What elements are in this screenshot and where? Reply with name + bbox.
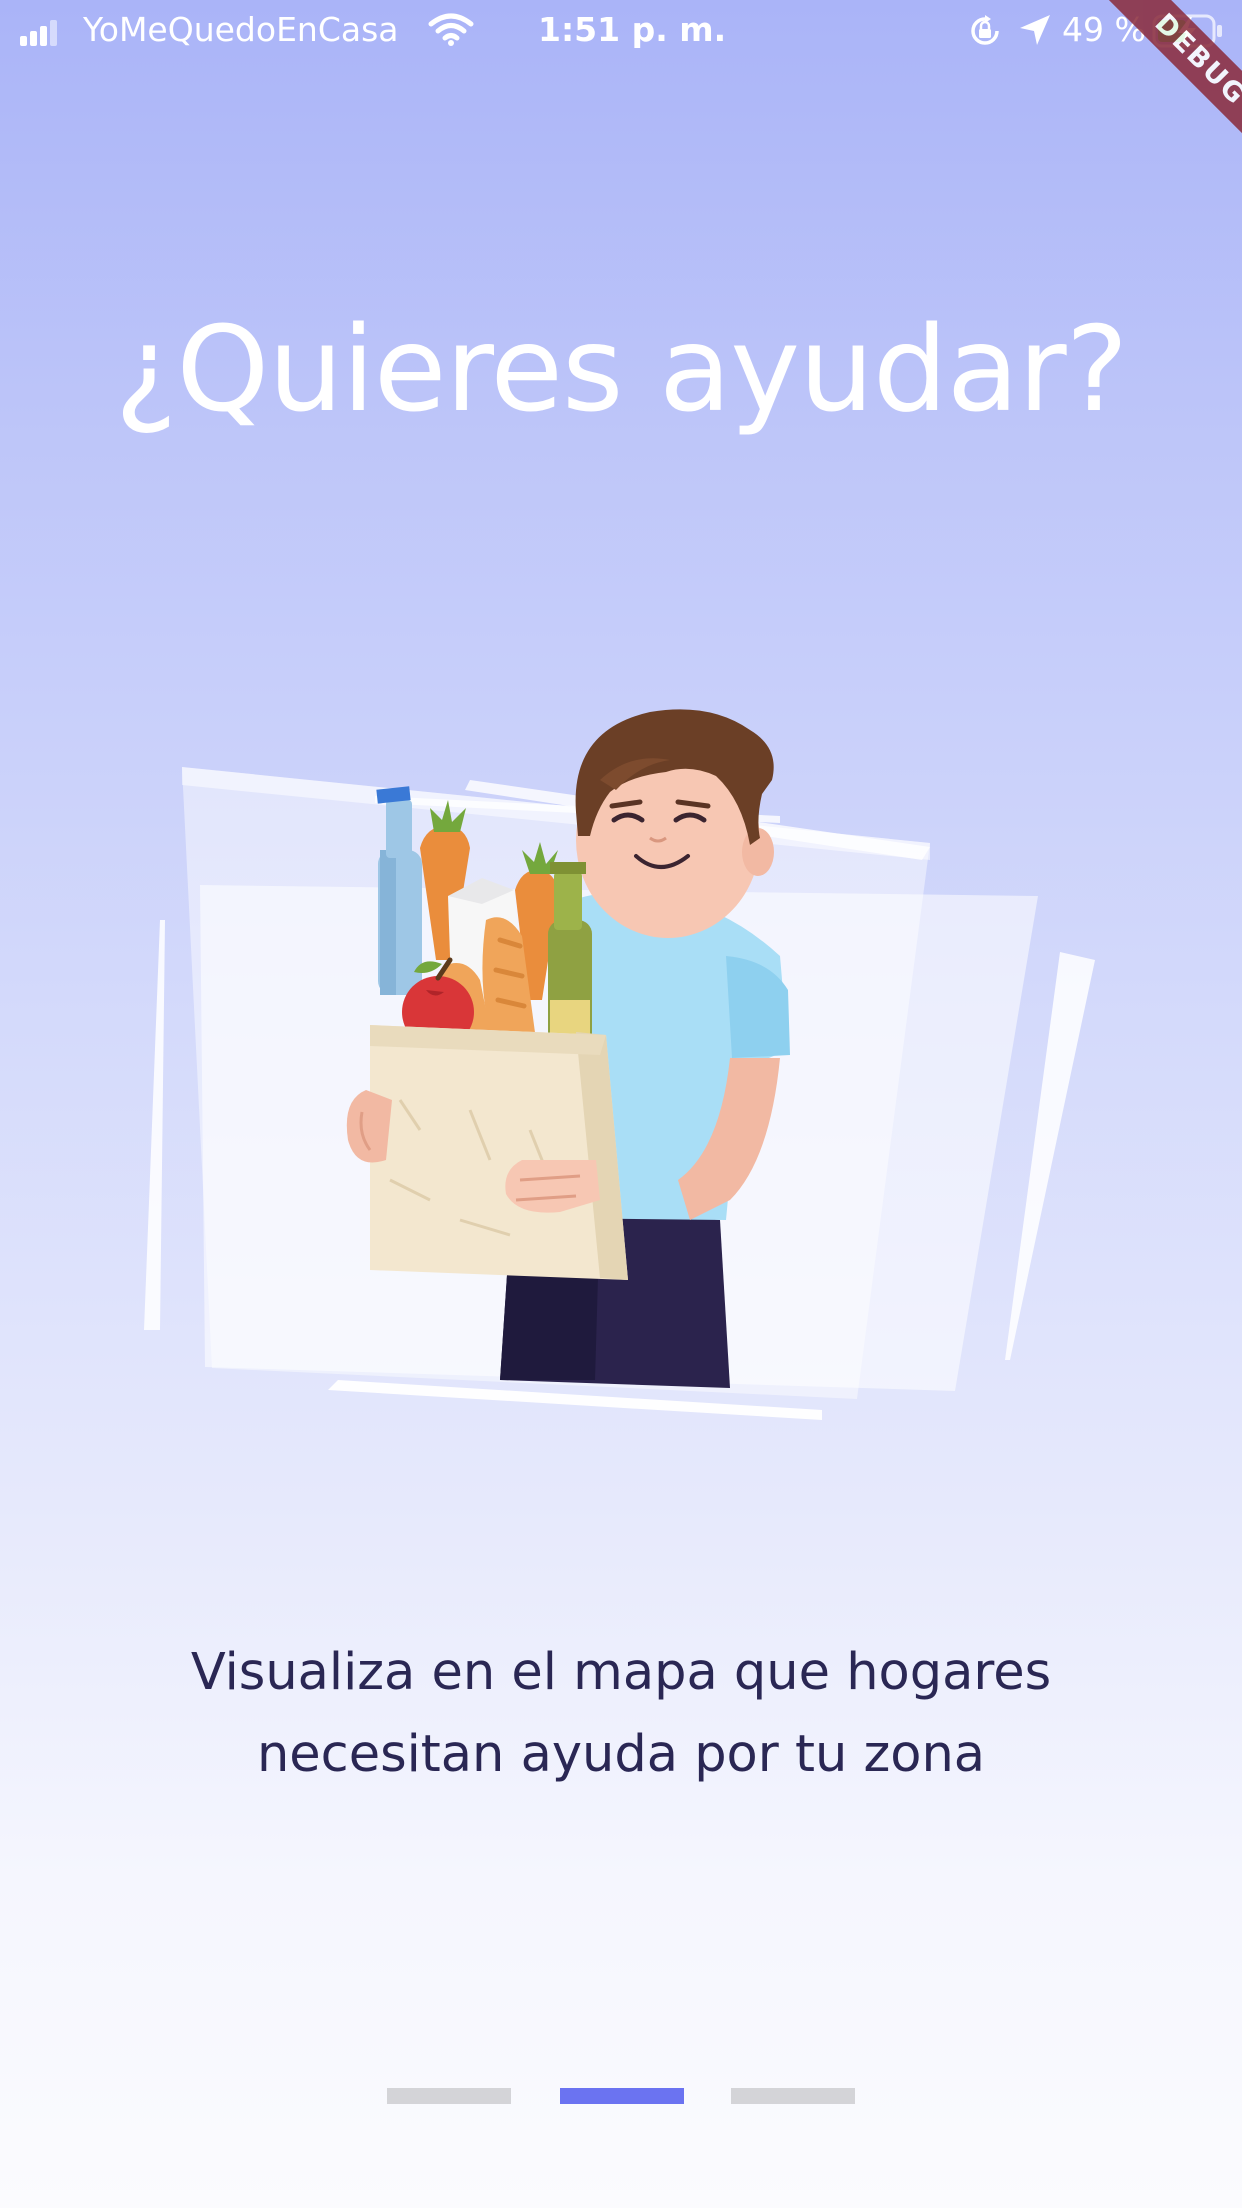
carrier-name: YoMeQuedoEnCasa — [83, 10, 399, 49]
orientation-lock-icon — [967, 13, 1003, 57]
onboarding-description: Visualiza en el mapa que hogares necesit… — [100, 1632, 1142, 1796]
wifi-icon — [428, 13, 474, 55]
person-carrying-groceries-illustration — [130, 660, 1120, 1440]
status-bar: YoMeQuedoEnCasa 1:51 p. m. 49 % — [0, 0, 1242, 62]
page-title: ¿Quieres ayudar? — [114, 300, 1128, 438]
description-line-1: Visualiza en el mapa que hogares — [190, 1643, 1052, 1702]
clock-time: 1:51 p. m. — [538, 10, 727, 49]
description-line-2: necesitan ayuda por tu zona — [256, 1725, 986, 1784]
location-arrow-icon — [1018, 13, 1052, 55]
page-indicator-dot-1[interactable] — [387, 2088, 511, 2104]
page-indicator-dot-2-active[interactable] — [560, 2088, 684, 2104]
page-indicator-dot-3[interactable] — [731, 2088, 855, 2104]
onboarding-screen: YoMeQuedoEnCasa 1:51 p. m. 49 % DEBUG ¿Q… — [0, 0, 1242, 2208]
signal-icon — [20, 20, 60, 46]
page-indicator — [0, 2088, 1242, 2104]
